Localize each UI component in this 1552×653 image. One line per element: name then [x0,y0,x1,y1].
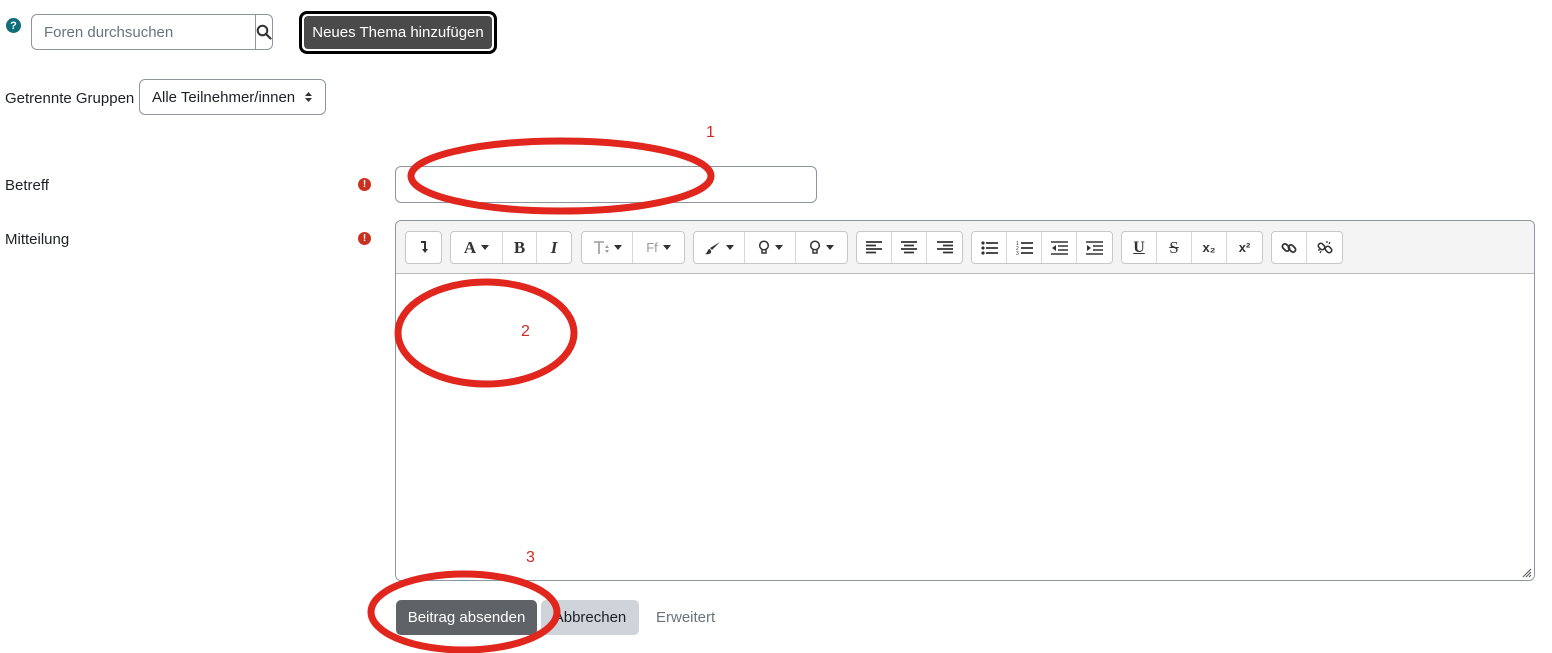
submit-button[interactable]: Beitrag absenden [396,600,537,635]
font-size-icon [593,240,609,254]
required-icon: ! [358,232,371,245]
resize-handle-icon[interactable] [1520,566,1532,578]
chevron-down-icon [613,245,622,250]
search-button[interactable] [256,14,273,50]
collapse-icon [420,241,428,253]
new-topic-button[interactable]: Neues Thema hinzufügen [299,11,497,54]
unordered-list-button[interactable] [972,232,1007,263]
collapse-button[interactable] [406,232,441,263]
subscript-icon: x₂ [1202,240,1216,255]
italic-button[interactable]: I [537,232,571,263]
bold-icon: B [513,237,526,257]
chevron-down-icon [481,245,490,250]
message-textarea[interactable] [396,274,1534,580]
subscript-button[interactable]: x₂ [1192,232,1227,263]
font-family-button[interactable]: Ff [633,232,684,263]
chevron-down-icon [725,245,734,250]
unlink-button[interactable] [1307,232,1342,263]
chevron-down-icon [662,245,671,250]
svg-text:3: 3 [1016,251,1019,255]
toolbar-group-align [856,231,963,264]
message-label: Mitteilung [5,231,70,248]
groups-label: Getrennte Gruppen [5,90,135,107]
annotation-number-1: 1 [706,124,715,141]
align-center-icon [901,241,917,254]
lightbulb-icon [758,240,769,254]
font-color-icon: A [463,237,477,257]
highlight-button[interactable] [745,232,796,263]
align-left-button[interactable] [857,232,892,263]
brush-icon [704,241,720,254]
ordered-list-button[interactable]: 1 2 3 [1007,232,1042,263]
unordered-list-icon [980,240,998,255]
outdent-button[interactable] [1042,232,1077,263]
toolbar-group-lists: 1 2 3 [971,231,1113,264]
align-right-icon [936,241,953,254]
advanced-link[interactable]: Erweitert [656,609,715,626]
search-input[interactable] [31,14,256,50]
toolbar-group-collapse [405,231,442,264]
align-right-button[interactable] [927,232,962,263]
underline-button[interactable]: U [1122,232,1157,263]
link-icon [1281,242,1297,253]
indent-button[interactable] [1077,232,1112,263]
superscript-button[interactable]: x² [1227,232,1262,263]
required-icon: ! [358,178,371,191]
forum-search [31,14,273,50]
font-size-button[interactable] [582,232,633,263]
bold-button[interactable]: B [503,232,537,263]
toolbar-group-decoration: U S x₂ x² [1121,231,1263,264]
strikethrough-button[interactable]: S [1157,232,1192,263]
help-icon[interactable]: ? [6,18,21,33]
toolbar-group-links [1271,231,1343,264]
editor-toolbar: A B I Ff 1 2 3 U S x₂ x² [396,221,1534,274]
toolbar-group-style [693,231,848,264]
annotation-number-2: 2 [521,323,530,340]
toolbar-group-size: Ff [581,231,685,264]
annotation-number-3: 3 [526,549,535,566]
align-left-icon [866,241,882,254]
chevron-down-icon [774,245,783,250]
font-family-icon: Ff [646,240,658,255]
italic-icon: I [550,237,558,257]
subject-input[interactable] [395,166,817,203]
sort-arrows-icon [305,92,312,102]
lightbulb-icon [809,240,821,254]
brush-button[interactable] [694,232,745,263]
align-center-button[interactable] [892,232,927,263]
font-color-button[interactable]: A [451,232,503,263]
message-editor: A B I Ff 1 2 3 U S x₂ x² [395,220,1535,581]
indent-icon [1086,240,1103,255]
toolbar-group-font: A B I [450,231,572,264]
link-button[interactable] [1272,232,1307,263]
underline-icon: U [1133,238,1145,256]
superscript-icon: x² [1238,240,1251,255]
unlink-icon [1316,240,1333,254]
search-icon [256,24,272,40]
outdent-icon [1050,240,1068,255]
subject-label: Betreff [5,177,49,194]
ordered-list-icon: 1 2 3 [1016,241,1033,255]
groups-select[interactable]: Alle Teilnehmer/innen [139,79,326,115]
chevron-down-icon [826,245,834,250]
highlight-button-2[interactable] [796,232,847,263]
cancel-button[interactable]: Abbrechen [541,600,639,635]
strikethrough-icon: S [1169,237,1179,257]
new-topic-button-label: Neues Thema hinzufügen [304,16,492,49]
groups-select-value: Alle Teilnehmer/innen [152,88,296,106]
